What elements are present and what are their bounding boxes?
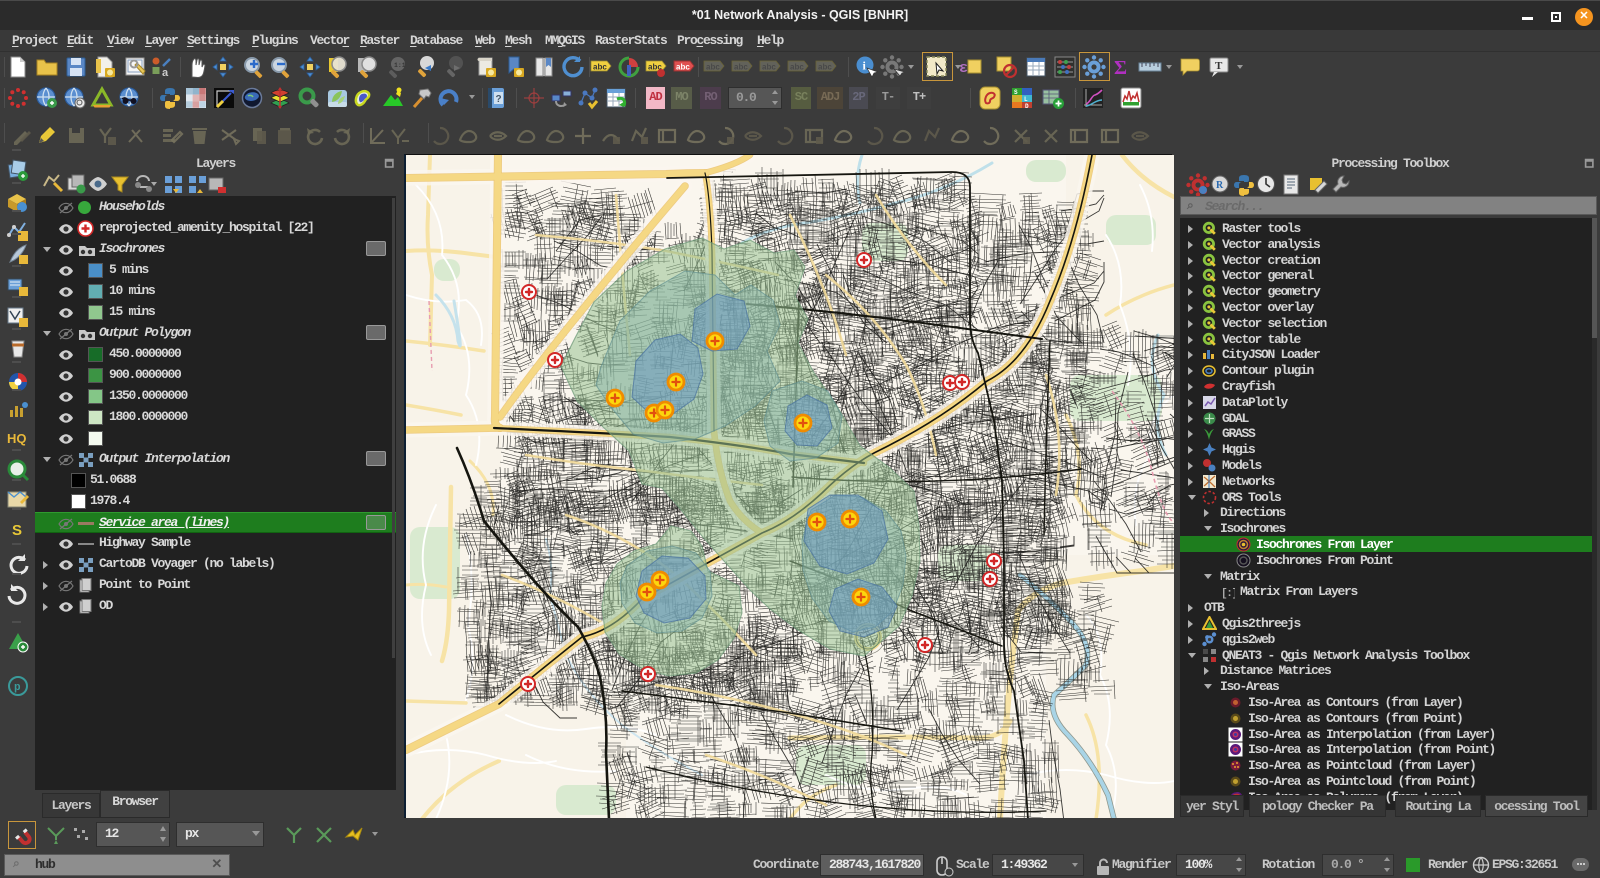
svg-text:HQ: HQ bbox=[7, 431, 27, 446]
svg-text:abc: abc bbox=[790, 63, 804, 72]
svg-text:abc: abc bbox=[734, 63, 748, 72]
svg-text:1:1: 1:1 bbox=[394, 62, 406, 69]
svg-text:abc: abc bbox=[593, 63, 607, 72]
svg-text:T: T bbox=[1215, 60, 1223, 72]
svg-text:?: ? bbox=[496, 94, 502, 105]
svg-text:[:]: [:] bbox=[1221, 588, 1235, 599]
svg-text:S: S bbox=[1014, 89, 1018, 96]
svg-text:S: S bbox=[12, 522, 22, 539]
svg-text:R: R bbox=[1216, 180, 1224, 191]
svg-text:abc: abc bbox=[676, 63, 690, 72]
svg-text:abc: abc bbox=[706, 63, 720, 72]
svg-text:abc: abc bbox=[762, 63, 776, 72]
svg-text:p: p bbox=[14, 682, 21, 694]
svg-text:Σ: Σ bbox=[1114, 57, 1127, 79]
svg-text:a: a bbox=[162, 67, 169, 79]
svg-text:L: L bbox=[1024, 96, 1028, 103]
svg-text:D: D bbox=[1025, 103, 1029, 110]
svg-text:abc: abc bbox=[818, 63, 832, 72]
